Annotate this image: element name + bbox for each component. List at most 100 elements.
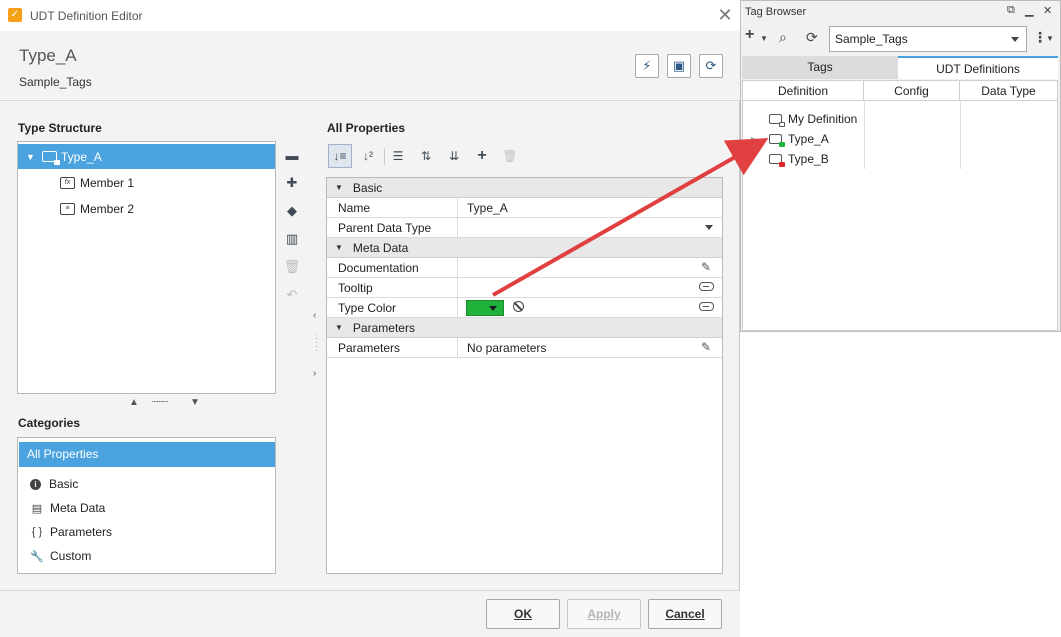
ignition-logo-icon: ✓ — [8, 8, 22, 22]
binding-link-icon[interactable] — [699, 282, 714, 291]
trash-icon: 🗑 — [502, 149, 518, 163]
add-icon[interactable]: + — [745, 26, 754, 44]
all-properties-title: All Properties — [327, 121, 406, 135]
editor-titlebar[interactable]: ✓ UDT Definition Editor ✕ — [0, 0, 740, 31]
editor-header: Type_A Sample_Tags ⚡ ▣ ⟳ — [0, 31, 740, 101]
close-icon[interactable]: ✕ — [716, 5, 734, 25]
udt-definition-editor: ✓ UDT Definition Editor ✕ Type_A Sample_… — [0, 0, 740, 637]
chevron-down-icon[interactable] — [1011, 37, 1019, 42]
tab-udt-definitions[interactable]: UDT Definitions — [898, 56, 1058, 79]
group-label: Meta Data — [352, 240, 409, 255]
toolbar-divider — [384, 148, 385, 165]
group-collapse-icon[interactable]: ▼ — [335, 323, 343, 332]
group-label: Parameters — [352, 320, 415, 335]
columns-button[interactable]: ▥ — [281, 225, 303, 253]
binding-link-icon[interactable] — [699, 302, 714, 311]
tree-item-type-a[interactable]: ▼ Type_A — [18, 144, 275, 169]
category-meta-data[interactable]: ▤ Meta Data — [30, 496, 106, 520]
group-basic[interactable]: ▼ Basic — [327, 178, 722, 198]
category-basic[interactable]: i Basic — [30, 472, 78, 496]
group-parameters[interactable]: ▼ Parameters — [327, 318, 722, 338]
collapse-up-icon[interactable]: ▲ — [129, 397, 139, 408]
search-icon[interactable]: ⌕ — [779, 29, 787, 46]
group-meta-data[interactable]: ▼ Meta Data — [327, 238, 722, 258]
cancel-button[interactable]: Cancel — [648, 599, 722, 629]
collapse-left-icon[interactable]: ‹ — [313, 310, 316, 321]
delete-property-button[interactable]: 🗑 — [498, 144, 522, 168]
column-header-definition[interactable]: Definition — [743, 81, 864, 101]
prop-row-parent-data-type[interactable]: Parent Data Type — [327, 218, 722, 238]
prop-row-name[interactable]: Name Type_A — [327, 198, 722, 218]
refresh-icon[interactable]: ⟳ — [806, 29, 818, 46]
column-divider — [457, 258, 458, 277]
undo-button[interactable]: ↶ — [281, 281, 303, 309]
minimize-icon[interactable]: ▁ — [1025, 4, 1033, 17]
tab-tags[interactable]: Tags — [742, 56, 898, 79]
udt-row-type-a[interactable]: Type_A — [769, 129, 829, 149]
refresh-button[interactable]: ⟳ — [699, 54, 723, 78]
add-property-button[interactable]: + — [470, 144, 494, 168]
edit-pencil-icon[interactable]: ✎ — [701, 340, 711, 354]
prop-row-type-color[interactable]: Type Color — [327, 298, 722, 318]
float-window-icon[interactable]: ⧉ — [1007, 4, 1015, 17]
collapse-down-icon[interactable]: ▼ — [190, 397, 200, 408]
collapse-right-icon[interactable]: › — [313, 368, 316, 379]
categories-list[interactable]: All Properties i Basic ▤ Meta Data { } P… — [17, 437, 276, 574]
udt-definition-icon — [769, 134, 785, 147]
prop-row-tooltip[interactable]: Tooltip — [327, 278, 722, 298]
apply-button[interactable]: Apply — [567, 599, 641, 629]
type-structure-tree[interactable]: ▼ Type_A fx Member 1 ≡ Member 2 — [17, 141, 276, 394]
collapse-all-button[interactable]: ⇊ — [442, 144, 466, 168]
delete-button[interactable]: 🗑 — [281, 253, 303, 281]
column-header-data-type[interactable]: Data Type — [960, 81, 1057, 101]
provider-select[interactable]: Sample_Tags — [829, 26, 1027, 52]
expand-triangle-icon[interactable]: ▶ — [751, 135, 757, 144]
prop-row-parameters[interactable]: Parameters No parameters ✎ — [327, 338, 722, 358]
tree-item-label: Type_A — [61, 149, 102, 164]
prop-name: Parent Data Type — [338, 221, 432, 235]
udt-row-type-b[interactable]: Type_B — [769, 149, 829, 169]
column-divider — [960, 101, 961, 169]
options-arrow-icon[interactable]: ▼ — [1046, 34, 1054, 43]
prop-value[interactable]: Type_A — [467, 201, 508, 215]
add-member-button[interactable]: ◆ — [281, 197, 303, 225]
category-parameters[interactable]: { } Parameters — [30, 520, 112, 544]
group-collapse-icon[interactable]: ▼ — [335, 243, 343, 252]
category-all-properties[interactable]: All Properties — [19, 442, 275, 467]
tag-browser-title: Tag Browser — [745, 6, 807, 18]
vertical-splitter-grip-icon[interactable]: · · · · · — [315, 330, 318, 356]
sort-category-button[interactable]: ↓≡ — [328, 144, 352, 168]
tag-browser-toolbar: + ▼ ⌕ ⟳ Sample_Tags ⋮ ▼ — [741, 23, 1060, 53]
provider-value: Sample_Tags — [835, 32, 908, 46]
list-icon: ☰ — [392, 149, 404, 163]
edit-pencil-icon[interactable]: ✎ — [701, 260, 711, 274]
note-button[interactable]: ▣ — [667, 54, 691, 78]
add-menu-arrow-icon[interactable]: ▼ — [760, 34, 768, 43]
category-custom[interactable]: 🔧 Custom — [30, 544, 91, 568]
column-divider — [864, 101, 865, 169]
add-tag-button[interactable]: ✚ — [281, 169, 303, 197]
dropdown-arrow-icon[interactable] — [705, 225, 713, 230]
color-picker[interactable] — [466, 300, 504, 316]
udt-row-my-definition[interactable]: My Definition — [769, 109, 857, 129]
tree-item-member-2[interactable]: ≡ Member 2 — [18, 196, 275, 221]
expand-all-button[interactable]: ⇅ — [414, 144, 438, 168]
add-folder-button[interactable]: ▬ — [281, 141, 303, 169]
more-options-icon[interactable]: ⋮ — [1033, 29, 1047, 46]
expand-arrow-icon[interactable]: ▼ — [26, 152, 36, 162]
properties-grid: ▼ Basic Name Type_A Parent Data Type ▼ M… — [326, 177, 723, 574]
tree-item-member-1[interactable]: fx Member 1 — [18, 170, 275, 195]
udt-definition-icon — [769, 154, 785, 167]
prop-value[interactable]: No parameters — [467, 341, 546, 355]
column-header-config[interactable]: Config — [864, 81, 960, 101]
close-panel-icon[interactable]: ✕ — [1043, 4, 1052, 17]
diagnostics-button[interactable]: ⚡ — [635, 54, 659, 78]
clear-color-icon[interactable] — [513, 301, 524, 312]
list-view-button[interactable]: ☰ — [386, 144, 410, 168]
group-collapse-icon[interactable]: ▼ — [335, 183, 343, 192]
ok-button[interactable]: OK — [486, 599, 560, 629]
prop-row-documentation[interactable]: Documentation ✎ — [327, 258, 722, 278]
splitter-grip-icon[interactable]: ┈┈┈ — [152, 397, 168, 408]
sort-alpha-button[interactable]: ↓² — [356, 144, 380, 168]
undo-icon: ↶ — [286, 287, 298, 302]
